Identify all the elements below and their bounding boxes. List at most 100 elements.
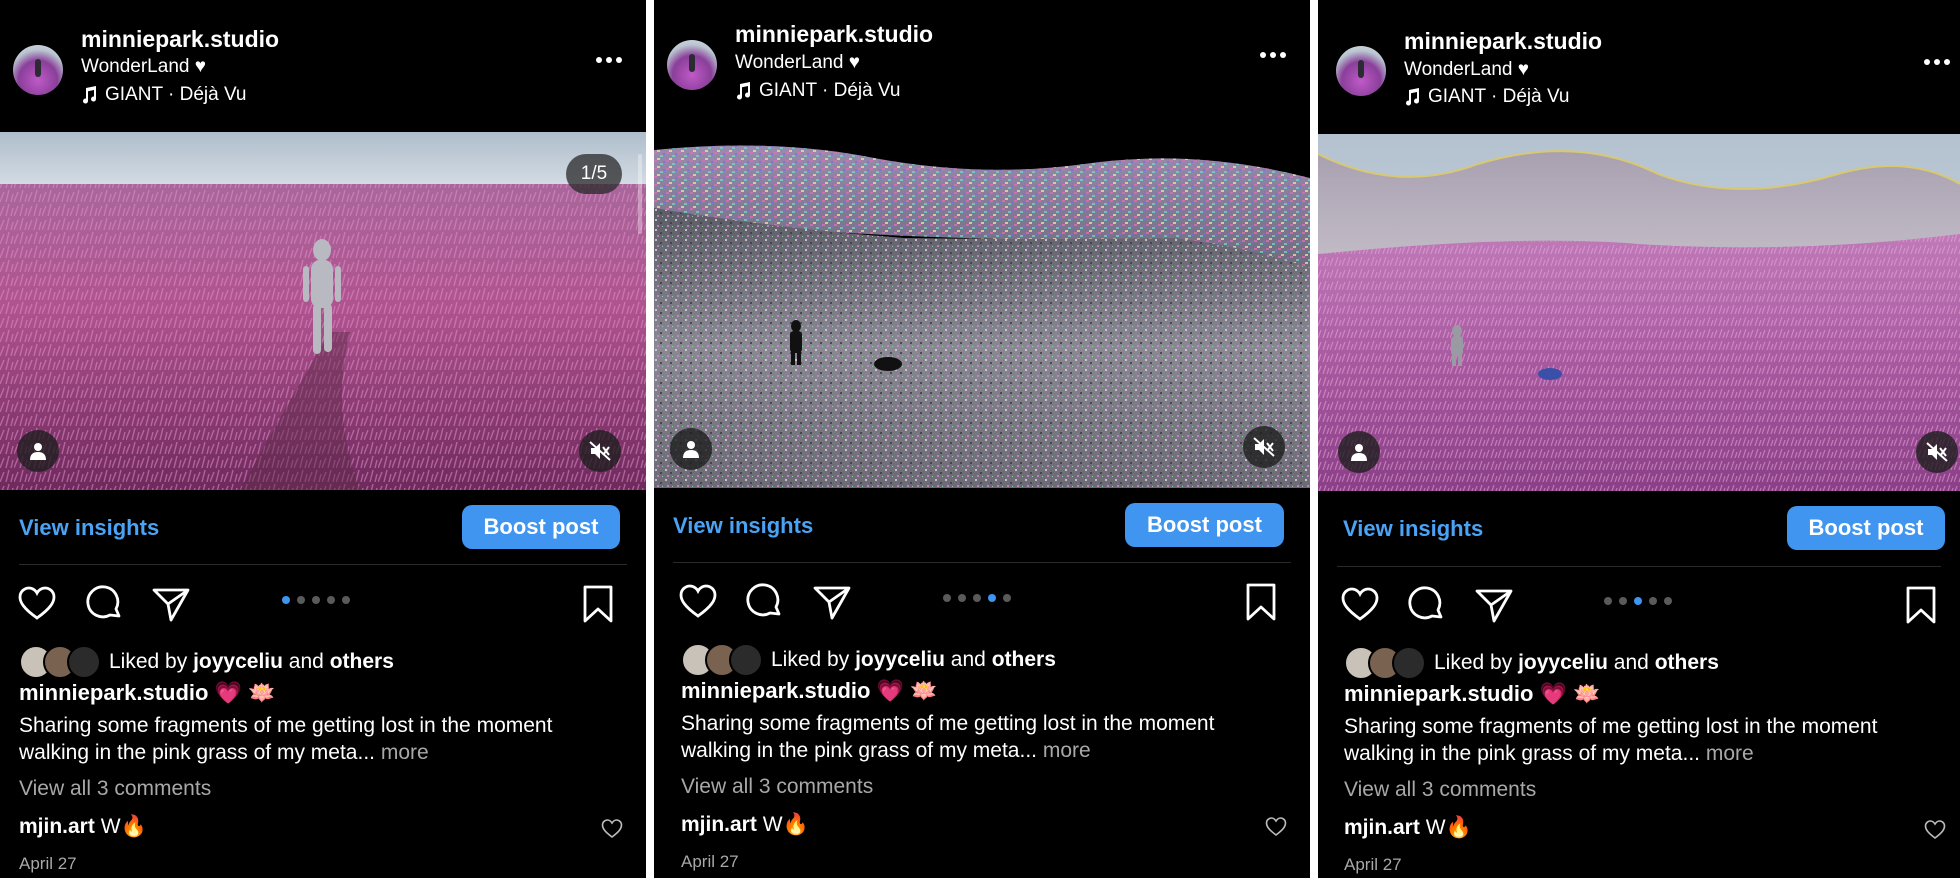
music-note-icon bbox=[83, 86, 97, 104]
comment-like-heart-icon[interactable] bbox=[1924, 819, 1946, 841]
carousel-indicator bbox=[282, 596, 350, 604]
like-heart-icon[interactable] bbox=[678, 582, 718, 622]
bookmark-icon[interactable] bbox=[1901, 585, 1941, 625]
caption-username[interactable]: minniepark.studio bbox=[1344, 681, 1533, 706]
comment-username[interactable]: mjin.art bbox=[681, 813, 757, 836]
mute-button[interactable] bbox=[579, 430, 621, 472]
more-link[interactable]: more bbox=[381, 741, 429, 764]
more-link[interactable]: more bbox=[1043, 739, 1091, 762]
media-image bbox=[0, 132, 646, 490]
music-note-icon bbox=[1406, 88, 1420, 106]
boost-post-button[interactable]: Boost post bbox=[1125, 503, 1284, 547]
carousel-dot bbox=[1619, 597, 1627, 605]
music-note-icon bbox=[737, 82, 751, 100]
music-info[interactable]: GIANT · Déjà Vu bbox=[81, 84, 247, 106]
comment-text: W🔥 bbox=[100, 815, 147, 838]
comment-bubble-icon[interactable] bbox=[1407, 585, 1447, 625]
carousel-dot bbox=[943, 594, 951, 602]
more-options-icon[interactable] bbox=[594, 50, 624, 70]
liked-by-text: Liked by joyyceliu and others bbox=[771, 648, 1056, 671]
post-subtitle: WonderLand ♥ bbox=[1404, 59, 1530, 80]
more-options-icon[interactable] bbox=[1258, 45, 1288, 65]
carousel-dot bbox=[973, 594, 981, 602]
divider bbox=[1337, 566, 1941, 567]
more-link[interactable]: more bbox=[1706, 742, 1754, 765]
boost-post-button[interactable]: Boost post bbox=[462, 505, 620, 549]
comment-username[interactable]: mjin.art bbox=[1344, 816, 1420, 839]
music-info[interactable]: GIANT · Déjà Vu bbox=[1404, 86, 1570, 108]
carousel-dot bbox=[988, 594, 996, 602]
comment-text: W🔥 bbox=[762, 813, 809, 836]
speaker-muted-icon bbox=[1253, 437, 1275, 457]
caption-header: minniepark.studio 💗 🪷 bbox=[1344, 681, 1601, 707]
view-insights-link[interactable]: View insights bbox=[1343, 516, 1483, 542]
tagged-people-button[interactable] bbox=[670, 428, 712, 470]
liker-avatar bbox=[729, 643, 763, 677]
view-comments-link[interactable]: View all 3 comments bbox=[19, 777, 211, 801]
view-insights-link[interactable]: View insights bbox=[673, 513, 813, 539]
view-comments-link[interactable]: View all 3 comments bbox=[1344, 778, 1536, 802]
liked-by-row[interactable]: Liked by joyyceliu and others bbox=[681, 643, 1056, 677]
tagged-people-button[interactable] bbox=[17, 430, 59, 472]
music-info[interactable]: GIANT · Déjà Vu bbox=[735, 80, 901, 102]
avatar[interactable] bbox=[13, 45, 63, 95]
post-subtitle: WonderLand ♥ bbox=[735, 52, 861, 73]
person-icon bbox=[1351, 444, 1367, 461]
caption-header: minniepark.studio 💗 🪷 bbox=[19, 680, 276, 706]
liked-by-row[interactable]: Liked by joyyceliu and others bbox=[1344, 646, 1719, 680]
post-media[interactable]: 1/5 bbox=[0, 132, 646, 490]
person-icon bbox=[30, 443, 46, 460]
comment-like-heart-icon[interactable] bbox=[1265, 816, 1287, 838]
bookmark-icon[interactable] bbox=[578, 584, 618, 624]
like-heart-icon[interactable] bbox=[1340, 585, 1380, 625]
post-header: minniepark.studio WonderLand ♥ GIANT · D… bbox=[0, 0, 646, 130]
caption-username[interactable]: minniepark.studio bbox=[19, 680, 208, 705]
comment-row: mjin.art W🔥 bbox=[19, 815, 147, 839]
liker-avatar bbox=[1392, 646, 1426, 680]
boost-post-button[interactable]: Boost post bbox=[1787, 506, 1945, 550]
view-insights-link[interactable]: View insights bbox=[19, 515, 159, 541]
post-date: April 27 bbox=[1344, 855, 1402, 874]
caption-emoji: 💗 🪷 bbox=[1539, 681, 1601, 706]
post-username[interactable]: minniepark.studio bbox=[81, 26, 279, 53]
media-image bbox=[654, 128, 1310, 488]
tagged-people-button[interactable] bbox=[1338, 431, 1380, 473]
music-label: GIANT · Déjà Vu bbox=[105, 84, 247, 105]
post-username[interactable]: minniepark.studio bbox=[735, 21, 933, 48]
like-heart-icon[interactable] bbox=[17, 584, 57, 624]
bookmark-icon[interactable] bbox=[1241, 582, 1281, 622]
avatar[interactable] bbox=[1336, 46, 1386, 96]
scrollbar[interactable] bbox=[638, 154, 642, 234]
carousel-indicator bbox=[1604, 597, 1672, 605]
speaker-muted-icon bbox=[589, 441, 611, 461]
comment-bubble-icon[interactable] bbox=[745, 582, 785, 622]
view-comments-link[interactable]: View all 3 comments bbox=[681, 775, 873, 799]
liked-by-text: Liked by joyyceliu and others bbox=[109, 650, 394, 673]
comment-username[interactable]: mjin.art bbox=[19, 815, 95, 838]
mute-button[interactable] bbox=[1916, 431, 1958, 473]
carousel-dot bbox=[342, 596, 350, 604]
share-send-icon[interactable] bbox=[151, 584, 191, 624]
caption-emoji: 💗 🪷 bbox=[876, 678, 938, 703]
share-send-icon[interactable] bbox=[1474, 585, 1514, 625]
carousel-dot bbox=[1003, 594, 1011, 602]
post-media[interactable] bbox=[1318, 134, 1960, 491]
more-options-icon[interactable] bbox=[1922, 52, 1952, 72]
person-icon bbox=[683, 441, 699, 458]
carousel-dot bbox=[1664, 597, 1672, 605]
post-media[interactable] bbox=[654, 128, 1310, 488]
liked-by-row[interactable]: Liked by joyyceliu and others bbox=[19, 645, 394, 679]
divider bbox=[673, 562, 1291, 563]
mute-button[interactable] bbox=[1243, 426, 1285, 468]
media-image bbox=[1318, 134, 1960, 491]
post-username[interactable]: minniepark.studio bbox=[1404, 28, 1602, 55]
avatar[interactable] bbox=[667, 40, 717, 90]
comment-row: mjin.art W🔥 bbox=[681, 813, 809, 837]
comment-bubble-icon[interactable] bbox=[85, 584, 125, 624]
comment-row: mjin.art W🔥 bbox=[1344, 816, 1472, 840]
share-send-icon[interactable] bbox=[812, 582, 852, 622]
caption-username[interactable]: minniepark.studio bbox=[681, 678, 870, 703]
caption-text: Sharing some fragments of me getting los… bbox=[681, 712, 1215, 762]
carousel-dot bbox=[297, 596, 305, 604]
comment-like-heart-icon[interactable] bbox=[601, 818, 623, 840]
